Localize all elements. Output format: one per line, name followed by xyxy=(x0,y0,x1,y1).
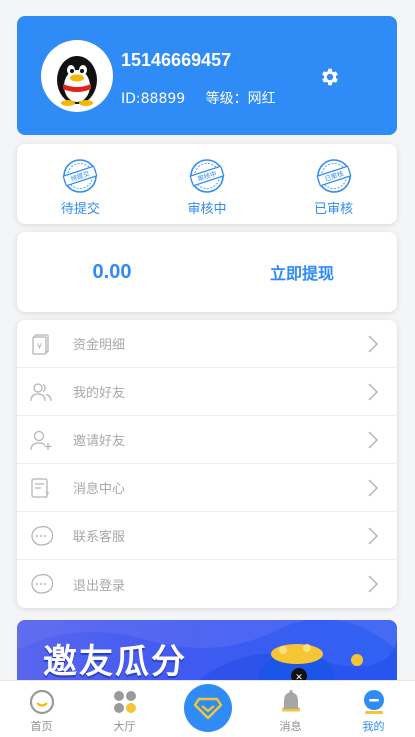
menu-item-invite-friends[interactable]: 邀请好友 xyxy=(17,416,397,464)
menu-label: 退出登录 xyxy=(73,578,126,594)
status-label: 审核中 xyxy=(187,202,227,217)
menu-label: 我的好友 xyxy=(73,386,126,401)
status-card: 待提交 待提交 审核中 审核中 已审核 已审核 xyxy=(17,144,397,224)
diamond-icon xyxy=(193,697,222,720)
bottom-tabbar: 首页 大厅 消息 我的 xyxy=(0,680,415,737)
user-id: ID:88899 xyxy=(121,91,186,107)
profile-meta: ID:88899 等级：网红 xyxy=(121,88,292,108)
stamp-icon: 审核中 xyxy=(189,159,225,193)
logout-icon xyxy=(31,573,53,594)
chevron-right-icon xyxy=(368,527,379,545)
invite-banner[interactable]: ✕ 邀友瓜分 xyxy=(17,620,397,682)
menu-card: ¥ 资金明细 我的好友 邀请好友 ? 消息中心 联系客服 退出登录 xyxy=(17,320,397,608)
tab-label: 我的 xyxy=(362,720,385,733)
avatar[interactable] xyxy=(41,40,113,112)
menu-item-my-friends[interactable]: 我的好友 xyxy=(17,368,397,416)
chevron-right-icon xyxy=(368,383,379,401)
menu-label: 邀请好友 xyxy=(73,434,126,449)
penguin-avatar-icon xyxy=(57,56,97,106)
withdraw-button[interactable]: 立即提现 xyxy=(207,260,397,284)
tab-label: 大厅 xyxy=(113,720,136,733)
status-tab-pending[interactable]: 待提交 待提交 xyxy=(17,144,144,224)
menu-item-logout[interactable]: 退出登录 xyxy=(17,560,397,608)
friends-icon xyxy=(30,382,52,401)
tab-messages[interactable]: 消息 xyxy=(249,681,332,737)
phone-number: 15146669457 xyxy=(121,50,232,70)
menu-item-fund-details[interactable]: ¥ 资金明细 xyxy=(17,320,397,368)
user-level: 等级：网红 xyxy=(205,91,276,107)
status-label: 待提交 xyxy=(60,202,100,217)
status-label: 已审核 xyxy=(314,202,354,217)
chevron-right-icon xyxy=(368,575,379,593)
home-icon xyxy=(29,689,54,715)
chevron-right-icon xyxy=(368,431,379,449)
chat-icon xyxy=(31,525,53,546)
tab-center[interactable] xyxy=(166,681,249,737)
svg-text:?: ? xyxy=(45,491,50,500)
message-icon: ? xyxy=(31,477,50,500)
tab-label: 首页 xyxy=(30,720,53,733)
bell-icon xyxy=(281,690,300,712)
status-tab-reviewing[interactable]: 审核中 审核中 xyxy=(144,144,271,224)
tab-mine[interactable]: 我的 xyxy=(332,681,415,737)
stamp-icon: 已审核 xyxy=(316,159,352,193)
tab-home[interactable]: 首页 xyxy=(0,681,83,737)
menu-label: 资金明细 xyxy=(73,338,126,353)
tab-label: 消息 xyxy=(279,720,302,733)
chevron-right-icon xyxy=(368,335,379,353)
hall-icon xyxy=(113,691,136,713)
menu-item-message-center[interactable]: ? 消息中心 xyxy=(17,464,397,512)
menu-label: 消息中心 xyxy=(73,482,126,497)
svg-text:¥: ¥ xyxy=(37,342,42,351)
stamp-icon: 待提交 xyxy=(62,159,98,193)
status-tab-reviewed[interactable]: 已审核 已审核 xyxy=(270,144,397,224)
tab-hall[interactable]: 大厅 xyxy=(83,681,166,737)
wallet-icon: ¥ xyxy=(32,333,49,355)
menu-label: 联系客服 xyxy=(73,530,126,545)
center-action-button[interactable] xyxy=(183,684,232,732)
balance-card: 0.00 立即提现 xyxy=(17,232,397,312)
gear-icon[interactable] xyxy=(319,66,341,88)
add-user-icon xyxy=(30,430,52,450)
banner-title: 邀友瓜分 xyxy=(43,642,187,682)
balance-amount: 0.00 xyxy=(92,260,132,283)
chevron-right-icon xyxy=(368,479,379,497)
profile-card: 15146669457 ID:88899 等级：网红 xyxy=(17,16,397,135)
menu-item-customer-service[interactable]: 联系客服 xyxy=(17,512,397,560)
user-icon xyxy=(363,690,384,714)
